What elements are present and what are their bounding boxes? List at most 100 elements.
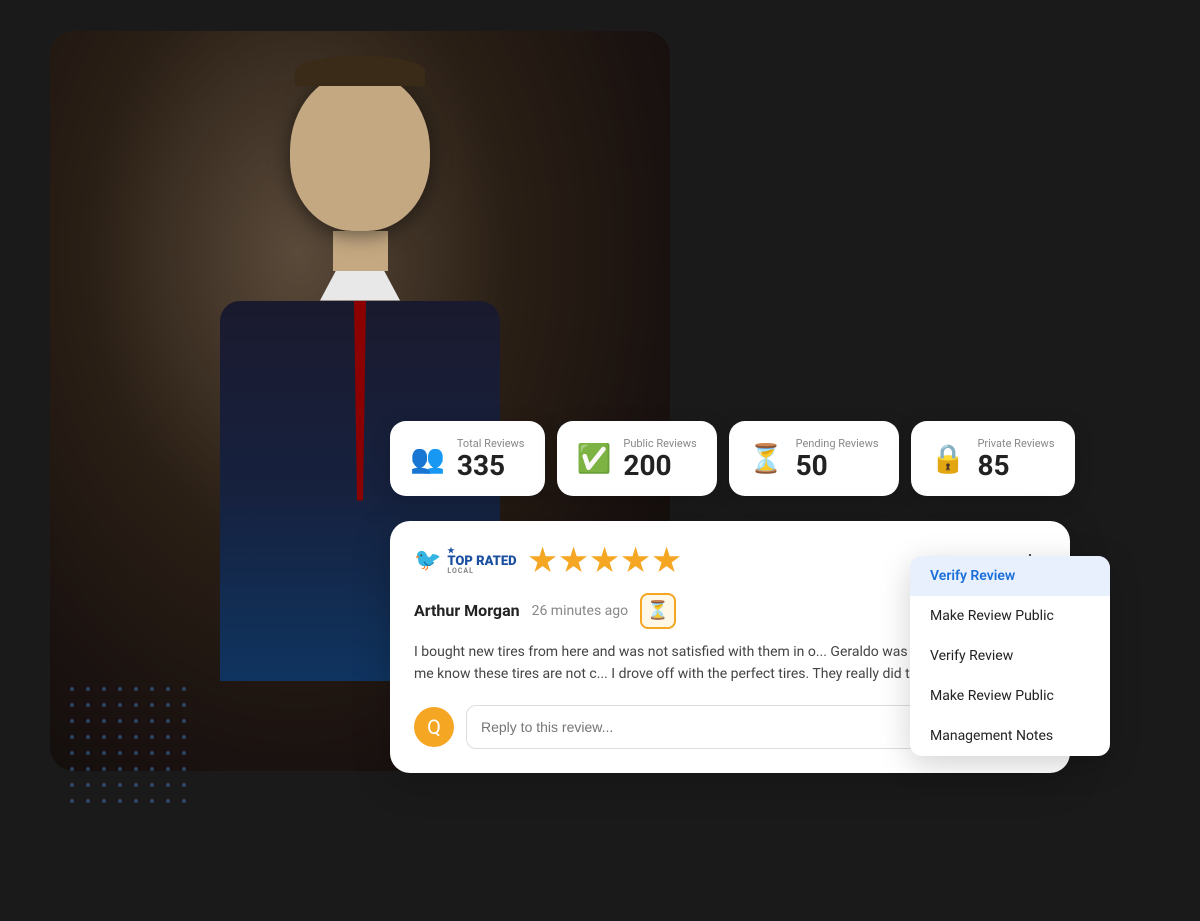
decorative-dot bbox=[134, 719, 138, 723]
star-rating bbox=[529, 547, 681, 575]
pending-reviews-label: Pending Reviews bbox=[796, 437, 879, 450]
decorative-dot bbox=[134, 767, 138, 771]
total-reviews-value: 335 bbox=[457, 452, 525, 480]
dropdown-item-public-2[interactable]: Make Review Public bbox=[910, 676, 1110, 716]
stats-row: 👥 Total Reviews 335 ✅ Public Reviews 200… bbox=[390, 421, 1075, 496]
star-3 bbox=[591, 547, 619, 575]
logo-brand-sub: LOCAL bbox=[447, 568, 516, 575]
decorative-dot bbox=[86, 767, 90, 771]
decorative-dot bbox=[118, 767, 122, 771]
decorative-dot bbox=[70, 799, 74, 803]
reply-avatar: Q bbox=[414, 707, 454, 747]
public-reviews-icon: ✅ bbox=[577, 442, 612, 475]
decorative-dot bbox=[182, 687, 186, 691]
public-reviews-value: 200 bbox=[623, 452, 696, 480]
decorative-dot bbox=[118, 751, 122, 755]
private-reviews-icon: 🔒 bbox=[931, 442, 966, 475]
decorative-dot bbox=[86, 799, 90, 803]
decorative-dot bbox=[70, 751, 74, 755]
logo-brand-name: TOP RATED bbox=[447, 555, 516, 568]
decorative-dot bbox=[134, 735, 138, 739]
top-rated-logo: 🐦 ★ TOP RATED LOCAL bbox=[414, 547, 517, 575]
decorative-dot bbox=[166, 751, 170, 755]
stat-card-public: ✅ Public Reviews 200 bbox=[557, 421, 717, 496]
pending-reviews-value: 50 bbox=[796, 452, 879, 480]
private-reviews-value: 85 bbox=[977, 452, 1054, 480]
stat-card-pending: ⏳ Pending Reviews 50 bbox=[729, 421, 899, 496]
decorative-dot bbox=[118, 735, 122, 739]
decorative-dot bbox=[118, 783, 122, 787]
decorative-dot bbox=[102, 719, 106, 723]
dropdown-item-verify-1[interactable]: Verify Review bbox=[910, 556, 1110, 596]
pending-badge: ⏳ bbox=[640, 593, 676, 629]
decorative-dot bbox=[150, 703, 154, 707]
decorative-dot bbox=[182, 719, 186, 723]
main-scene: // Dots will be injected by JS below 👥 T… bbox=[50, 31, 1150, 891]
pending-icon: ⏳ bbox=[647, 600, 669, 621]
decorative-dot bbox=[102, 703, 106, 707]
decorative-dot bbox=[182, 751, 186, 755]
star-2 bbox=[560, 547, 588, 575]
decorative-dot bbox=[70, 687, 74, 691]
decorative-dot bbox=[166, 719, 170, 723]
private-reviews-label: Private Reviews bbox=[977, 437, 1054, 450]
decorative-dot bbox=[118, 687, 122, 691]
total-reviews-label: Total Reviews bbox=[457, 437, 525, 450]
public-reviews-content: Public Reviews 200 bbox=[623, 437, 696, 480]
reviewer-name: Arthur Morgan bbox=[414, 601, 520, 620]
decorative-dot bbox=[182, 799, 186, 803]
decorative-dot bbox=[118, 799, 122, 803]
decorative-dot bbox=[102, 687, 106, 691]
decorative-dot bbox=[70, 767, 74, 771]
decorative-dot bbox=[166, 735, 170, 739]
decorative-dot bbox=[102, 735, 106, 739]
decorative-dot bbox=[166, 783, 170, 787]
decorative-dot bbox=[102, 751, 106, 755]
decorative-dot bbox=[102, 799, 106, 803]
decorative-dot bbox=[134, 687, 138, 691]
decorative-dot bbox=[134, 783, 138, 787]
reply-input[interactable] bbox=[466, 705, 945, 749]
decorative-dot bbox=[86, 687, 90, 691]
decorative-dot bbox=[166, 799, 170, 803]
decorative-dot bbox=[166, 767, 170, 771]
star-5 bbox=[653, 547, 681, 575]
decorative-dot bbox=[70, 783, 74, 787]
stat-card-private: 🔒 Private Reviews 85 bbox=[911, 421, 1075, 496]
decorative-dot bbox=[150, 767, 154, 771]
decorative-dot bbox=[182, 783, 186, 787]
decorative-dot bbox=[150, 687, 154, 691]
decorative-dot bbox=[182, 735, 186, 739]
dropdown-item-verify-2[interactable]: Verify Review bbox=[910, 636, 1110, 676]
private-reviews-content: Private Reviews 85 bbox=[977, 437, 1054, 480]
decorative-dot bbox=[166, 703, 170, 707]
decorative-dots: // Dots will be injected by JS below bbox=[70, 687, 194, 811]
reply-avatar-icon: Q bbox=[427, 715, 441, 739]
star-4 bbox=[622, 547, 650, 575]
decorative-dot bbox=[150, 783, 154, 787]
person-neck bbox=[333, 231, 388, 271]
decorative-dot bbox=[134, 751, 138, 755]
decorative-dot bbox=[70, 735, 74, 739]
pending-reviews-icon: ⏳ bbox=[749, 442, 784, 475]
dropdown-item-public-1[interactable]: Make Review Public bbox=[910, 596, 1110, 636]
dropdown-menu: Verify Review Make Review Public Verify … bbox=[910, 556, 1110, 756]
decorative-dot bbox=[118, 719, 122, 723]
person-head bbox=[290, 71, 430, 231]
decorative-dot bbox=[70, 703, 74, 707]
logo-text: ★ TOP RATED LOCAL bbox=[447, 547, 516, 575]
star-1 bbox=[529, 547, 557, 575]
decorative-dot bbox=[86, 783, 90, 787]
total-reviews-content: Total Reviews 335 bbox=[457, 437, 525, 480]
dropdown-item-notes[interactable]: Management Notes bbox=[910, 716, 1110, 756]
decorative-dot bbox=[86, 703, 90, 707]
stat-card-total: 👥 Total Reviews 335 bbox=[390, 421, 545, 496]
decorative-dot bbox=[134, 799, 138, 803]
decorative-dot bbox=[166, 687, 170, 691]
reviewer-time: 26 minutes ago bbox=[532, 603, 629, 619]
decorative-dot bbox=[102, 767, 106, 771]
logo-bird-icon: 🐦 bbox=[414, 548, 441, 573]
decorative-dot bbox=[150, 799, 154, 803]
decorative-dot bbox=[150, 735, 154, 739]
decorative-dot bbox=[102, 783, 106, 787]
